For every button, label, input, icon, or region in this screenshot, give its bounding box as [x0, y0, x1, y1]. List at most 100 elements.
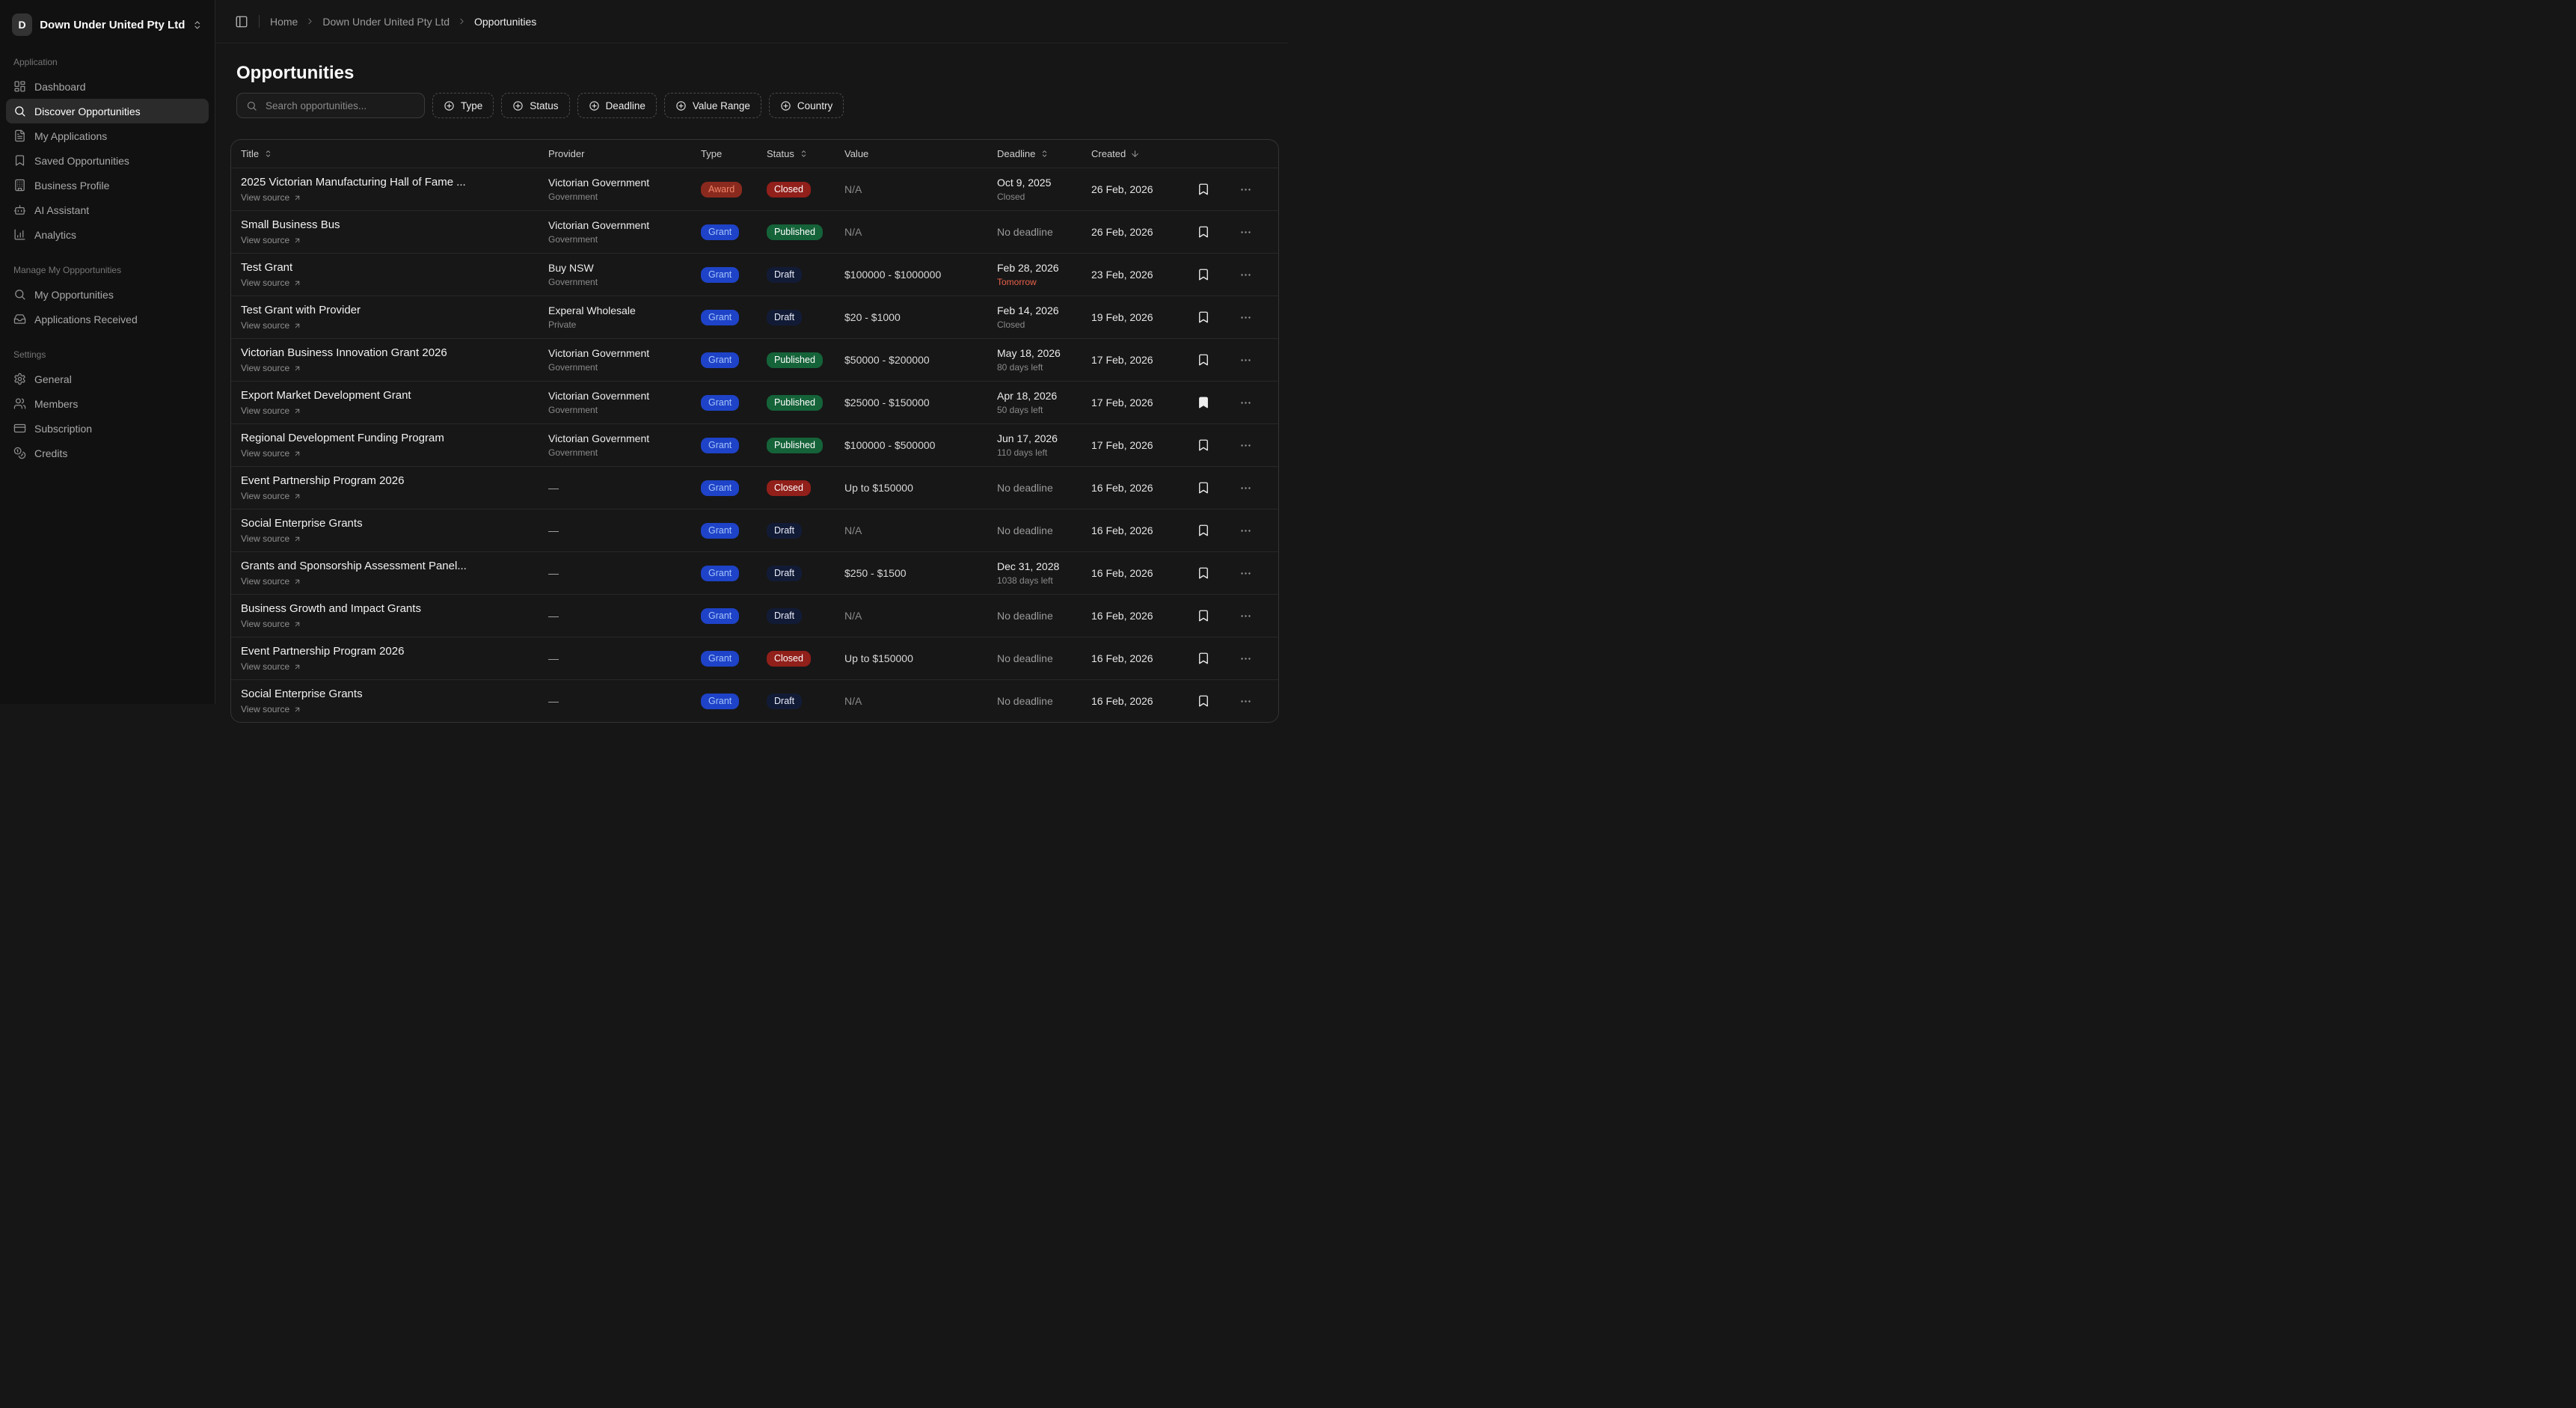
- bookmark-button[interactable]: [1195, 607, 1212, 624]
- sidebar-toggle-icon[interactable]: [235, 15, 248, 28]
- bookmark-button[interactable]: [1195, 181, 1212, 198]
- table-row[interactable]: Event Partnership Program 2026View sourc…: [231, 466, 1278, 509]
- view-source-link[interactable]: View source: [241, 448, 301, 459]
- row-menu-button[interactable]: [1238, 267, 1254, 283]
- bookmark-button[interactable]: [1195, 693, 1212, 709]
- filter-button-deadline[interactable]: Deadline: [577, 93, 657, 118]
- sidebar-item-business-profile[interactable]: Business Profile: [6, 173, 209, 198]
- plus-circle-icon: [444, 100, 455, 111]
- table-row[interactable]: Small Business BusView sourceVictorian G…: [231, 210, 1278, 253]
- bookmark-button[interactable]: [1195, 394, 1212, 411]
- bookmark-button[interactable]: [1195, 480, 1212, 496]
- sidebar-item-general[interactable]: General: [6, 367, 209, 391]
- row-menu-button[interactable]: [1238, 608, 1254, 624]
- deadline-cell: Apr 18, 202650 days left: [997, 390, 1091, 415]
- table-row[interactable]: 2025 Victorian Manufacturing Hall of Fam…: [231, 168, 1278, 210]
- type-cell: Grant: [701, 566, 767, 581]
- row-menu-button[interactable]: [1238, 694, 1254, 709]
- sidebar-item-saved-opportunities[interactable]: Saved Opportunities: [6, 148, 209, 173]
- bookmark-cell: [1187, 693, 1220, 709]
- table-row[interactable]: Export Market Development GrantView sour…: [231, 381, 1278, 423]
- bookmark-cell: [1187, 309, 1220, 325]
- bookmark-icon: [1197, 694, 1210, 708]
- deadline-cell: No deadline: [997, 610, 1091, 622]
- bookmark-button[interactable]: [1195, 352, 1212, 368]
- row-menu-button[interactable]: [1238, 352, 1254, 368]
- table-row[interactable]: Test GrantView sourceBuy NSWGovernmentGr…: [231, 253, 1278, 296]
- row-menu-button[interactable]: [1238, 480, 1254, 496]
- table-row[interactable]: Regional Development Funding ProgramView…: [231, 423, 1278, 466]
- sidebar-item-discover-opportunities[interactable]: Discover Opportunities: [6, 99, 209, 123]
- view-source-link[interactable]: View source: [241, 619, 301, 629]
- column-header-title[interactable]: Title: [231, 148, 548, 159]
- bookmark-button[interactable]: [1195, 437, 1212, 453]
- view-source-link[interactable]: View source: [241, 491, 301, 501]
- view-source-link[interactable]: View source: [241, 661, 301, 672]
- row-menu-button[interactable]: [1238, 310, 1254, 325]
- sidebar-item-analytics[interactable]: Analytics: [6, 222, 209, 247]
- value-cell: $25000 - $150000: [844, 397, 997, 408]
- column-header-provider: Provider: [548, 148, 701, 159]
- row-menu-button[interactable]: [1238, 182, 1254, 198]
- sidebar-item-label: Members: [34, 398, 78, 410]
- bookmark-button[interactable]: [1195, 224, 1212, 240]
- filter-button-country[interactable]: Country: [769, 93, 844, 118]
- sidebar-item-ai-assistant[interactable]: AI Assistant: [6, 198, 209, 222]
- filter-button-value-range[interactable]: Value Range: [664, 93, 761, 118]
- bookmark-button[interactable]: [1195, 565, 1212, 581]
- created-date: 16 Feb, 2026: [1091, 695, 1187, 707]
- sidebar-item-credits[interactable]: Credits: [6, 441, 209, 465]
- view-source-link[interactable]: View source: [241, 576, 301, 587]
- bookmark-button[interactable]: [1195, 309, 1212, 325]
- view-source-link[interactable]: View source: [241, 704, 301, 714]
- row-menu-button[interactable]: [1238, 438, 1254, 453]
- sidebar-item-applications-received[interactable]: Applications Received: [6, 307, 209, 331]
- row-menu-button[interactable]: [1238, 395, 1254, 411]
- table-row[interactable]: Social Enterprise GrantsView source—Gran…: [231, 679, 1278, 722]
- sidebar-item-dashboard[interactable]: Dashboard: [6, 74, 209, 99]
- view-source-link[interactable]: View source: [241, 278, 301, 288]
- deadline-date: May 18, 2026: [997, 347, 1091, 359]
- bookmark-button[interactable]: [1195, 522, 1212, 539]
- bookmark-button[interactable]: [1195, 650, 1212, 667]
- row-menu-button[interactable]: [1238, 651, 1254, 667]
- sort-icon: [799, 149, 809, 159]
- column-header-deadline[interactable]: Deadline: [997, 148, 1091, 159]
- ellipsis-icon: [1239, 567, 1252, 580]
- view-source-link[interactable]: View source: [241, 235, 301, 245]
- table-row[interactable]: Event Partnership Program 2026View sourc…: [231, 637, 1278, 679]
- breadcrumb-home[interactable]: Home: [270, 16, 298, 28]
- row-menu-button[interactable]: [1238, 566, 1254, 581]
- column-header-created[interactable]: Created: [1091, 148, 1187, 159]
- table-row[interactable]: Business Growth and Impact GrantsView so…: [231, 594, 1278, 637]
- sidebar-item-subscription[interactable]: Subscription: [6, 416, 209, 441]
- filter-button-status[interactable]: Status: [501, 93, 569, 118]
- workspace-switcher[interactable]: D Down Under United Pty Ltd: [6, 10, 209, 39]
- table-row[interactable]: Test Grant with ProviderView sourceExper…: [231, 296, 1278, 338]
- plus-circle-icon: [589, 100, 600, 111]
- breadcrumb-workspace[interactable]: Down Under United Pty Ltd: [322, 16, 450, 28]
- filter-button-type[interactable]: Type: [432, 93, 494, 118]
- ellipsis-icon: [1239, 610, 1252, 622]
- view-source-link[interactable]: View source: [241, 320, 301, 331]
- row-menu-button[interactable]: [1238, 224, 1254, 240]
- title-cell: Grants and Sponsorship Assessment Panel.…: [231, 560, 548, 587]
- opportunity-title: Test Grant: [241, 261, 548, 274]
- status-badge: Published: [767, 438, 823, 453]
- bookmark-button[interactable]: [1195, 266, 1212, 283]
- view-source-link[interactable]: View source: [241, 363, 301, 373]
- search-input[interactable]: [264, 100, 415, 112]
- status-badge: Published: [767, 395, 823, 411]
- row-menu-button[interactable]: [1238, 523, 1254, 539]
- view-source-link[interactable]: View source: [241, 192, 301, 203]
- table-row[interactable]: Social Enterprise GrantsView source—Gran…: [231, 509, 1278, 551]
- sidebar-item-my-opportunities[interactable]: My Opportunities: [6, 282, 209, 307]
- table-row[interactable]: Victorian Business Innovation Grant 2026…: [231, 338, 1278, 381]
- column-header-status[interactable]: Status: [767, 148, 844, 159]
- view-source-link[interactable]: View source: [241, 533, 301, 544]
- view-source-link[interactable]: View source: [241, 405, 301, 416]
- sidebar-item-members[interactable]: Members: [6, 391, 209, 416]
- table-row[interactable]: Grants and Sponsorship Assessment Panel.…: [231, 551, 1278, 594]
- sidebar-item-my-applications[interactable]: My Applications: [6, 123, 209, 148]
- created-date: 16 Feb, 2026: [1091, 652, 1187, 664]
